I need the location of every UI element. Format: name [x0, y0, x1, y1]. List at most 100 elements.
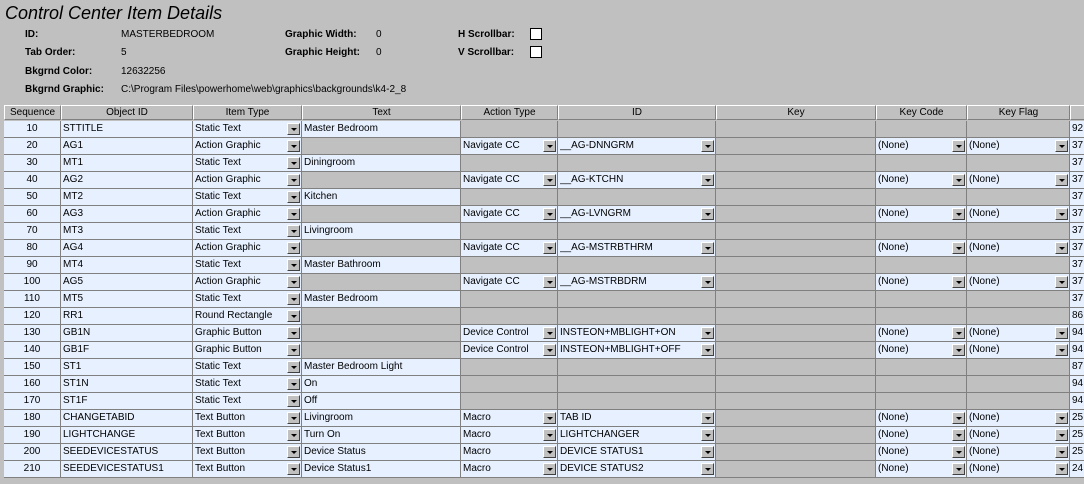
cell-sequence[interactable]: 180 — [4, 410, 61, 427]
cell-text[interactable]: Device Status — [302, 444, 461, 461]
cell-key-flag[interactable] — [967, 155, 1070, 172]
table-row[interactable]: 80 AG4 Action Graphic Navigate CC __AG-MSTRB… — [4, 240, 1084, 257]
cell-id[interactable] — [558, 376, 716, 393]
cell-object-id[interactable]: CHANGETABID — [61, 410, 193, 427]
cell-item-type[interactable]: Static Text — [193, 189, 302, 206]
chevron-down-icon[interactable] — [543, 429, 556, 441]
cell-key-flag[interactable]: (None) — [967, 138, 1070, 155]
cell-sequence[interactable]: 150 — [4, 359, 61, 376]
cell-action-type[interactable]: Macro — [461, 461, 558, 478]
cell-object-id[interactable]: ST1F — [61, 393, 193, 410]
column-header-text[interactable]: Text — [302, 105, 461, 120]
cell-text[interactable]: Diningroom — [302, 155, 461, 172]
cell-item-type[interactable]: Action Graphic — [193, 206, 302, 223]
chevron-down-icon[interactable] — [952, 174, 965, 186]
cell-key-flag[interactable]: (None) — [967, 342, 1070, 359]
cell-action-type[interactable] — [461, 376, 558, 393]
cell-text[interactable]: Master Bathroom — [302, 257, 461, 274]
chevron-down-icon[interactable] — [952, 327, 965, 339]
cell-item-type[interactable]: Action Graphic — [193, 274, 302, 291]
cell-key[interactable] — [716, 444, 876, 461]
cell-id[interactable]: TAB ID — [558, 410, 716, 427]
table-row[interactable]: 140 GB1F Graphic Button Device Control INSTE… — [4, 342, 1084, 359]
cell-action-type[interactable] — [461, 121, 558, 138]
table-row[interactable]: 40 AG2 Action Graphic Navigate CC __AG-KTCHN… — [4, 172, 1084, 189]
cell-key-flag[interactable] — [967, 359, 1070, 376]
cell-key-code[interactable] — [876, 121, 967, 138]
cell-id[interactable]: __AG-MSTRBDRM — [558, 274, 716, 291]
cell-id[interactable]: __AG-LVNGRM — [558, 206, 716, 223]
chevron-down-icon[interactable] — [287, 276, 300, 288]
cell-id[interactable] — [558, 308, 716, 325]
table-row[interactable]: 190 LIGHTCHANGE Text Button Turn On Macro LIG… — [4, 427, 1084, 444]
cell-sequence[interactable]: 40 — [4, 172, 61, 189]
cell-text[interactable] — [302, 325, 461, 342]
cell-key-flag[interactable]: (None) — [967, 274, 1070, 291]
table-row[interactable]: 150 ST1 Static Text Master Bedroom Light 87 — [4, 359, 1084, 376]
cell-id[interactable] — [558, 223, 716, 240]
cell-extra[interactable]: 86 — [1070, 308, 1084, 325]
chevron-down-icon[interactable] — [543, 327, 556, 339]
cell-extra[interactable]: 25 — [1070, 427, 1084, 444]
column-header-action-type[interactable]: Action Type — [461, 105, 558, 120]
cell-sequence[interactable]: 50 — [4, 189, 61, 206]
cell-text[interactable]: Livingroom — [302, 410, 461, 427]
cell-object-id[interactable]: ST1 — [61, 359, 193, 376]
cell-key-code[interactable] — [876, 359, 967, 376]
cell-text[interactable] — [302, 206, 461, 223]
cell-key[interactable] — [716, 427, 876, 444]
cell-action-type[interactable] — [461, 257, 558, 274]
cell-item-type[interactable]: Static Text — [193, 121, 302, 138]
cell-text[interactable] — [302, 274, 461, 291]
cell-object-id[interactable]: ST1N — [61, 376, 193, 393]
cell-key[interactable] — [716, 257, 876, 274]
cell-extra[interactable]: 25 — [1070, 444, 1084, 461]
table-row[interactable]: 50 MT2 Static Text Kitchen 37 — [4, 189, 1084, 206]
table-row[interactable]: 60 AG3 Action Graphic Navigate CC __AG-LVNGR… — [4, 206, 1084, 223]
cell-key-flag[interactable]: (None) — [967, 461, 1070, 478]
cell-key[interactable] — [716, 461, 876, 478]
chevron-down-icon[interactable] — [287, 208, 300, 220]
cell-text[interactable]: Device Status1 — [302, 461, 461, 478]
cell-key-code[interactable]: (None) — [876, 342, 967, 359]
chevron-down-icon[interactable] — [543, 412, 556, 424]
chevron-down-icon[interactable] — [701, 208, 714, 220]
cell-key[interactable] — [716, 308, 876, 325]
cell-sequence[interactable]: 70 — [4, 223, 61, 240]
cell-key[interactable] — [716, 172, 876, 189]
cell-action-type[interactable]: Device Control — [461, 325, 558, 342]
cell-key-code[interactable]: (None) — [876, 461, 967, 478]
chevron-down-icon[interactable] — [701, 429, 714, 441]
cell-text[interactable]: Master Bedroom — [302, 121, 461, 138]
chevron-down-icon[interactable] — [287, 395, 300, 407]
cell-action-type[interactable]: Macro — [461, 410, 558, 427]
cell-key-code[interactable] — [876, 393, 967, 410]
cell-extra[interactable]: 94 — [1070, 376, 1084, 393]
cell-key[interactable] — [716, 223, 876, 240]
cell-key-code[interactable]: (None) — [876, 444, 967, 461]
cell-key[interactable] — [716, 274, 876, 291]
chevron-down-icon[interactable] — [1055, 463, 1068, 475]
chevron-down-icon[interactable] — [1055, 327, 1068, 339]
chevron-down-icon[interactable] — [1055, 242, 1068, 254]
cell-action-type[interactable]: Navigate CC — [461, 274, 558, 291]
table-row[interactable]: 120 RR1 Round Rectangle 86 — [4, 308, 1084, 325]
tab-order-value[interactable]: 5 — [121, 47, 127, 58]
cell-action-type[interactable] — [461, 189, 558, 206]
cell-id[interactable] — [558, 257, 716, 274]
chevron-down-icon[interactable] — [701, 412, 714, 424]
cell-key[interactable] — [716, 138, 876, 155]
cell-key-code[interactable]: (None) — [876, 172, 967, 189]
cell-key-code[interactable]: (None) — [876, 138, 967, 155]
cell-id[interactable] — [558, 189, 716, 206]
cell-object-id[interactable]: GB1N — [61, 325, 193, 342]
cell-sequence[interactable]: 100 — [4, 274, 61, 291]
chevron-down-icon[interactable] — [952, 412, 965, 424]
cell-text[interactable]: On — [302, 376, 461, 393]
chevron-down-icon[interactable] — [701, 276, 714, 288]
cell-key-flag[interactable]: (None) — [967, 206, 1070, 223]
cell-text[interactable]: Master Bedroom — [302, 291, 461, 308]
cell-key-code[interactable]: (None) — [876, 427, 967, 444]
cell-id[interactable] — [558, 121, 716, 138]
column-header-object-id[interactable]: Object ID — [61, 105, 193, 120]
